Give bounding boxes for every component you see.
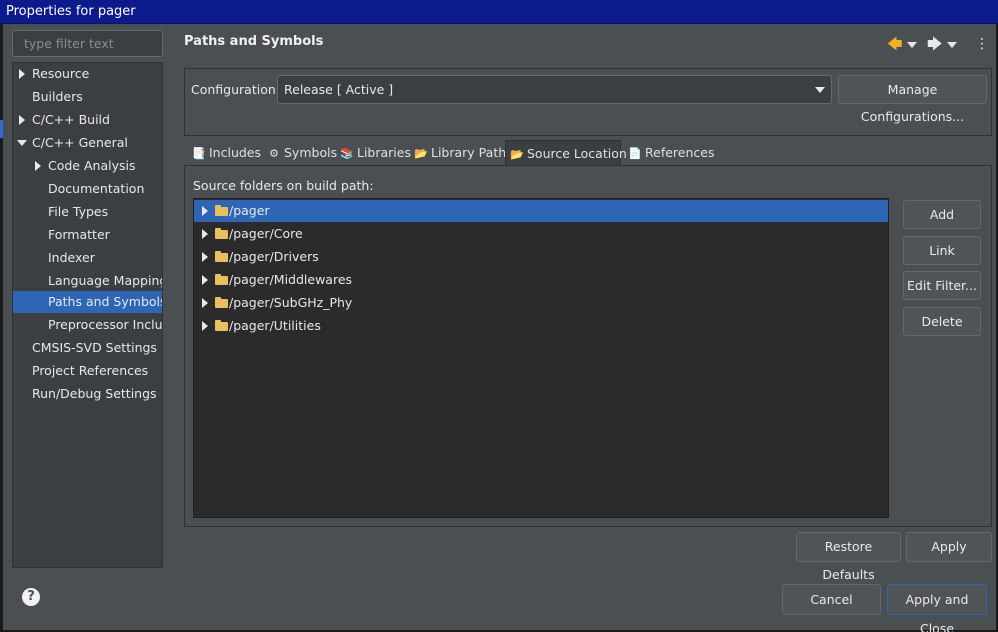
collapse-arrow-icon[interactable] bbox=[17, 140, 27, 146]
tree-item-run-debug-settings[interactable]: Run/Debug Settings bbox=[13, 383, 162, 405]
delete-button[interactable]: Delete bbox=[903, 307, 981, 336]
list-item[interactable]: /pager/SubGHz_Phy bbox=[194, 292, 888, 314]
back-dropdown-icon[interactable] bbox=[907, 42, 917, 48]
tab-source-location[interactable]: 📂 Source Location bbox=[505, 140, 627, 165]
back-arrow-icon[interactable]: 🡄 bbox=[887, 36, 903, 52]
configuration-select[interactable]: Release [ Active ] bbox=[277, 75, 832, 104]
tree-item-resource[interactable]: Resource bbox=[13, 63, 162, 85]
tree-item-paths-and-symbols[interactable]: Paths and Symbols bbox=[13, 291, 162, 313]
tree-item-cpp-general[interactable]: C/C++ General bbox=[13, 132, 162, 154]
list-item[interactable]: /pager/Middlewares bbox=[194, 269, 888, 291]
references-icon: 📄 bbox=[628, 147, 642, 160]
tree-item-builders[interactable]: Builders bbox=[13, 86, 162, 108]
libraries-icon: 📚 bbox=[340, 147, 354, 160]
expand-arrow-icon[interactable] bbox=[202, 275, 208, 285]
manage-configurations-button[interactable]: Manage Configurations... bbox=[838, 75, 987, 124]
list-item[interactable]: /pager/Utilities bbox=[194, 315, 888, 337]
expand-arrow-icon[interactable] bbox=[202, 206, 208, 216]
list-item[interactable]: /pager/Core bbox=[194, 223, 888, 245]
tree-item-file-types[interactable]: File Types bbox=[13, 201, 162, 223]
forward-dropdown-icon[interactable] bbox=[947, 42, 957, 48]
folder-icon bbox=[215, 205, 228, 216]
tree-item-documentation[interactable]: Documentation bbox=[13, 178, 162, 200]
expand-arrow-icon[interactable] bbox=[202, 252, 208, 262]
properties-dialog: type filter text Resource Builders C/C++… bbox=[3, 24, 996, 632]
expand-arrow-icon[interactable] bbox=[202, 298, 208, 308]
tree-item-formatter[interactable]: Formatter bbox=[13, 224, 162, 246]
tab-symbols[interactable]: ⚙ Symbols bbox=[263, 140, 337, 165]
expand-arrow-icon[interactable] bbox=[35, 161, 41, 171]
library-paths-icon: 📂 bbox=[414, 147, 428, 160]
tab-bar: 📑 Includes ⚙ Symbols 📚 Libraries 📂 Library P… bbox=[184, 140, 992, 165]
window-edge-highlight bbox=[0, 120, 3, 138]
expand-arrow-icon[interactable] bbox=[202, 321, 208, 331]
tree-item-code-analysis[interactable]: Code Analysis bbox=[13, 155, 162, 177]
folder-icon bbox=[215, 297, 228, 308]
folder-icon bbox=[215, 274, 228, 285]
forward-arrow-icon[interactable]: 🡆 bbox=[927, 36, 943, 52]
folder-icon bbox=[215, 228, 228, 239]
expand-arrow-icon[interactable] bbox=[19, 115, 25, 125]
tree-item-indexer[interactable]: Indexer bbox=[13, 247, 162, 269]
tree-item-language-mappings[interactable]: Language Mappings bbox=[13, 270, 162, 292]
tree-item-project-references[interactable]: Project References bbox=[13, 360, 162, 382]
list-item[interactable]: /pager/Drivers bbox=[194, 246, 888, 268]
apply-button[interactable]: Apply bbox=[906, 532, 992, 562]
tree-item-cmsis-svd-settings[interactable]: CMSIS-SVD Settings bbox=[13, 337, 162, 359]
source-location-icon: 📂 bbox=[510, 148, 524, 161]
chevron-down-icon bbox=[815, 87, 825, 93]
window-title: Properties for pager bbox=[0, 0, 998, 24]
restore-defaults-button[interactable]: Restore Defaults bbox=[796, 532, 901, 582]
includes-icon: 📑 bbox=[192, 147, 206, 160]
source-location-panel: Source folders on build path: /pager /pa… bbox=[184, 165, 992, 527]
folder-icon bbox=[215, 320, 228, 331]
configuration-value: Release [ Active ] bbox=[284, 82, 394, 97]
filter-input[interactable]: type filter text bbox=[12, 30, 163, 57]
add-folder-button[interactable]: Add Folder... bbox=[903, 200, 981, 249]
page-title: Paths and Symbols bbox=[184, 34, 324, 49]
tab-library-paths[interactable]: 📂 Library Paths bbox=[410, 140, 513, 165]
preferences-tree: Resource Builders C/C++ Build C/C++ Gene… bbox=[12, 62, 163, 568]
configuration-label: Configuration: bbox=[191, 82, 280, 97]
source-folders-label: Source folders on build path: bbox=[193, 178, 374, 193]
view-menu-icon[interactable]: ⋮ bbox=[975, 36, 989, 52]
symbols-icon: ⚙ bbox=[269, 147, 279, 160]
tab-libraries[interactable]: 📚 Libraries bbox=[336, 140, 411, 165]
tab-includes[interactable]: 📑 Includes bbox=[188, 140, 261, 165]
link-folder-button[interactable]: Link Folder... bbox=[903, 236, 981, 285]
cancel-button[interactable]: Cancel bbox=[782, 584, 881, 615]
list-item[interactable]: /pager bbox=[194, 200, 888, 222]
apply-and-close-button[interactable]: Apply and Close bbox=[887, 584, 987, 632]
help-icon[interactable]: ? bbox=[22, 588, 40, 606]
configuration-group: Configuration: Release [ Active ] Manage… bbox=[184, 68, 992, 136]
tree-item-preprocessor-include[interactable]: Preprocessor Include bbox=[13, 314, 162, 336]
expand-arrow-icon[interactable] bbox=[19, 69, 25, 79]
tab-references[interactable]: 📄 References bbox=[624, 140, 714, 165]
folder-icon bbox=[215, 251, 228, 262]
expand-arrow-icon[interactable] bbox=[202, 229, 208, 239]
edit-filter-button[interactable]: Edit Filter... bbox=[903, 271, 981, 300]
source-folder-list[interactable]: /pager /pager/Core /pager/Drivers /pager… bbox=[193, 198, 889, 518]
tree-item-cpp-build[interactable]: C/C++ Build bbox=[13, 109, 162, 131]
